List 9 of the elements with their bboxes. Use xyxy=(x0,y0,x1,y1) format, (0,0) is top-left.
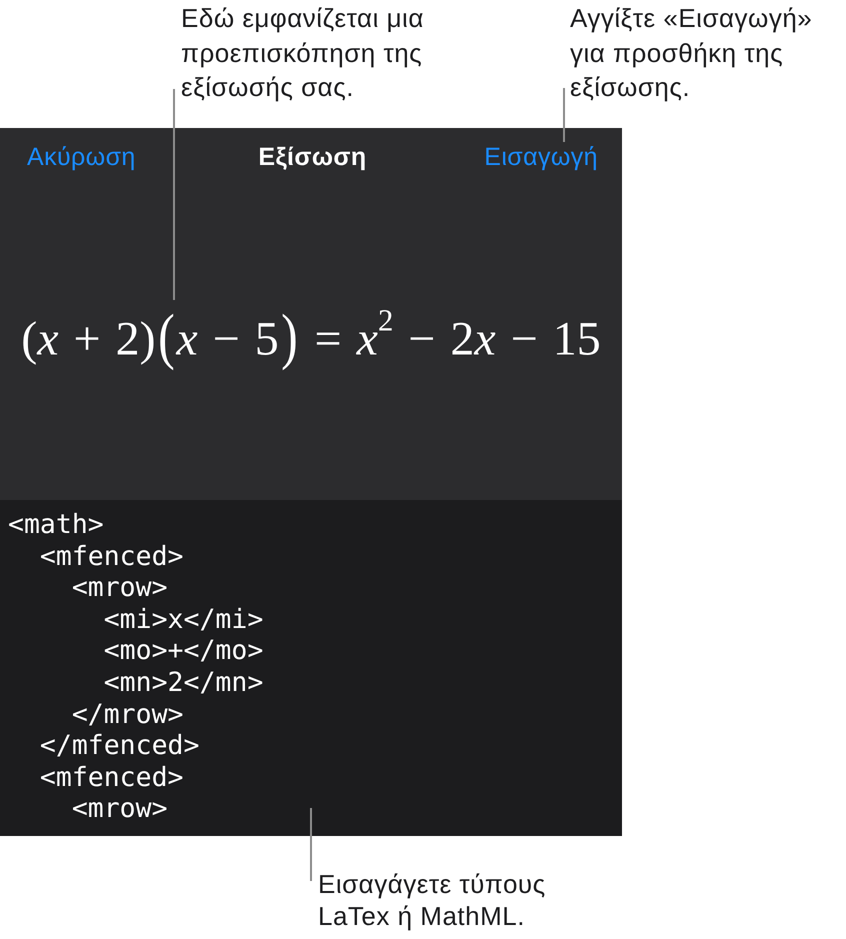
cancel-button[interactable]: Ακύρωση xyxy=(27,142,136,172)
callout-text: Αγγίξτε «Εισαγωγή» για προσθήκη της εξίσωσης. xyxy=(570,2,814,104)
callout-text: Εδώ εμφανίζεται μια προεπισκόπηση της εξίσωσής σας. xyxy=(181,2,425,104)
code-input-field[interactable]: <math> <mfenced> <mrow> <mi>x</mi> <mo>+</mo> <mn>2</mn> </mrow> </mfenced> <mfenced> <mrow> xyxy=(0,500,622,836)
insert-button[interactable]: Εισαγωγή xyxy=(484,142,598,172)
sheet-title: Εξίσωση xyxy=(258,142,367,172)
leader-line xyxy=(563,88,565,142)
equation-preview: (x + 2)(x − 5) = x$^{2}$ − 2x − 15 xyxy=(21,306,601,372)
callout-text: Εισαγάγετε τύπους LaTex ή MathML. xyxy=(318,868,547,932)
